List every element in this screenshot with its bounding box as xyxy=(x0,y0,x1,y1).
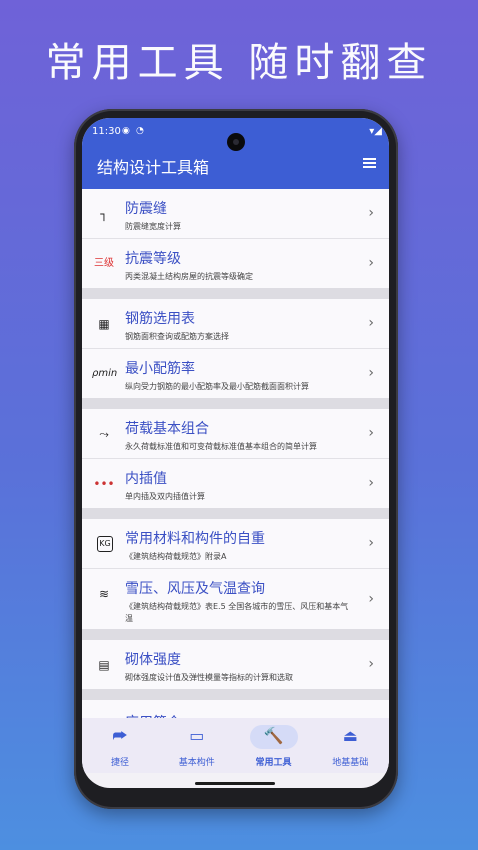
tool-icon: ρmin xyxy=(92,368,118,379)
app-bar: 11:30 ◉ ◔ ▾◢ 结构设计工具箱 xyxy=(82,118,389,189)
status-time: 11:30 xyxy=(92,126,121,137)
tool-subtitle: 砌体强度设计值及弹性模量等指标的计算和选取 xyxy=(125,673,293,682)
tool-item-fzf[interactable]: ┐ 防震缝防震缝宽度计算 › xyxy=(82,189,389,239)
tool-group: KG 常用材料和构件的自重 《建筑结构荷载规范》附录A › ≋ 雪压、风压及气温查询 《建筑… xyxy=(82,519,389,629)
section-divider xyxy=(82,288,389,299)
tool-title: 雪压、风压及气温查询 xyxy=(125,581,265,597)
chevron-right-icon: › xyxy=(368,205,374,221)
front-camera xyxy=(227,133,245,151)
notification-icon: ◉ xyxy=(122,126,130,136)
nav-icon: ▭ xyxy=(189,726,205,745)
tool-item-partial[interactable]: 应用简介 xyxy=(82,700,389,718)
tool-title: 防震缝 xyxy=(125,201,167,217)
tool-title: 砌体强度 xyxy=(125,652,181,668)
tool-icon: ••• xyxy=(93,477,115,491)
tool-title: 荷载基本组合 xyxy=(125,421,209,437)
tool-icon: ┐ xyxy=(100,207,108,221)
app-screen: 11:30 ◉ ◔ ▾◢ 结构设计工具箱 ┐ 防震缝 防震缝宽度计算 › 三级 抗震等级丙… xyxy=(82,118,389,788)
nav-icon: ⮫ xyxy=(112,726,128,745)
chevron-right-icon: › xyxy=(368,365,374,381)
tool-title: 内插值 xyxy=(125,471,167,487)
tool-subtitle: 《建筑结构荷载规范》表E.5 全国各城市的雪压、风压和基本气温 xyxy=(125,602,349,623)
tool-subtitle: 纵向受力钢筋的最小配筋率及最小配筋截面面积计算 xyxy=(125,382,309,391)
tool-group: ▦ 钢筋选用表钢筋面积查询或配筋方案选择 › ρmin 最小配筋率纵向受力钢筋的最小配筋… xyxy=(82,299,389,398)
tool-title: 最小配筋率 xyxy=(125,361,195,377)
home-indicator[interactable] xyxy=(195,782,275,785)
tool-icon: 三级 xyxy=(94,258,114,269)
tool-item-hzjb[interactable]: ⤳ 荷载基本组合永久荷载标准值和可变荷载标准值基本组合的简单计算 › xyxy=(82,409,389,459)
tool-icon: KG xyxy=(97,536,113,552)
chevron-right-icon: › xyxy=(368,425,374,441)
tool-subtitle: 永久荷载标准值和可变荷载标准值基本组合的简单计算 xyxy=(125,442,317,451)
wifi-icon: ◔ xyxy=(136,126,144,136)
tool-item-gjxy[interactable]: ▦ 钢筋选用表钢筋面积查询或配筋方案选择 › xyxy=(82,299,389,349)
section-divider xyxy=(82,508,389,519)
nav-label: 基本构件 xyxy=(178,758,215,768)
tool-title: 常用材料和构件的自重 xyxy=(125,531,265,547)
tool-icon: ▦ xyxy=(98,317,110,331)
tool-icon: ▤ xyxy=(98,658,110,672)
nav-label: 地基基础 xyxy=(332,758,369,768)
tool-subtitle: 钢筋面积查询或配筋方案选择 xyxy=(125,332,229,341)
chevron-right-icon: › xyxy=(368,591,374,607)
chevron-right-icon: › xyxy=(368,315,374,331)
nav-tab-3[interactable]: ⏏ 地基基础 xyxy=(312,718,388,773)
signal-battery-icon: ▾◢ xyxy=(369,126,382,137)
chevron-right-icon: › xyxy=(368,535,374,551)
tool-group: ⤳ 荷载基本组合永久荷载标准值和可变荷载标准值基本组合的简单计算 › ••• 内插值单内… xyxy=(82,409,389,508)
tool-item-xyfy[interactable]: ≋ 雪压、风压及气温查询《建筑结构荷载规范》表E.5 全国各城市的雪压、风压和基本… xyxy=(82,569,389,629)
tool-item-kzdj[interactable]: 三级 抗震等级丙类混凝土结构房屋的抗震等级确定 › xyxy=(82,239,389,288)
nav-icon: 🔨 xyxy=(263,726,284,745)
chevron-right-icon: › xyxy=(368,656,374,672)
chevron-right-icon: › xyxy=(368,255,374,271)
tool-subtitle: 丙类混凝土结构房屋的抗震等级确定 xyxy=(125,272,253,281)
tool-icon: ≋ xyxy=(98,587,110,601)
nav-label: 捷径 xyxy=(110,758,129,768)
tool-title: 钢筋选用表 xyxy=(125,311,195,327)
tool-item-ncz[interactable]: ••• 内插值单内插及双内插值计算 › xyxy=(82,459,389,508)
promo-headline: 常用工具 随时翻查 xyxy=(45,40,433,86)
nav-icon: ⏏ xyxy=(342,726,358,745)
section-divider xyxy=(82,398,389,409)
chevron-right-icon: › xyxy=(368,475,374,491)
tool-subtitle: 单内插及双内插值计算 xyxy=(125,492,205,501)
tool-title: 抗震等级 xyxy=(125,251,181,267)
section-divider xyxy=(82,689,389,700)
tool-item-clzz[interactable]: KG 常用材料和构件的自重《建筑结构荷载规范》附录A › xyxy=(82,519,389,569)
hamburger-icon[interactable] xyxy=(363,158,376,168)
section-divider xyxy=(82,629,389,640)
bottom-navigation: ⮫ 捷径 ▭ 基本构件 🔨 常用工具 ⏏ 地基基础 xyxy=(82,718,389,773)
nav-label: 常用工具 xyxy=(255,758,292,768)
tool-group: ┐ 防震缝防震缝宽度计算 › 三级 抗震等级丙类混凝土结构房屋的抗震等级确定 › xyxy=(82,189,389,288)
nav-tab-1[interactable]: ▭ 基本构件 xyxy=(159,718,235,773)
tool-subtitle: 《建筑结构荷载规范》附录A xyxy=(125,552,227,561)
tool-list: ┐ 防震缝防震缝宽度计算 › 三级 抗震等级丙类混凝土结构房屋的抗震等级确定 › ▦ 钢筋选用… xyxy=(82,189,389,718)
app-title: 结构设计工具箱 xyxy=(97,158,210,177)
tool-item-zxpjl[interactable]: ρmin 最小配筋率纵向受力钢筋的最小配筋率及最小配筋截面面积计算 › xyxy=(82,349,389,398)
tool-item-qtqd[interactable]: ▤ 砌体强度砌体强度设计值及弹性模量等指标的计算和选取 › xyxy=(82,640,389,689)
tool-group: ▤ 砌体强度砌体强度设计值及弹性模量等指标的计算和选取 › xyxy=(82,640,389,689)
nav-tab-0[interactable]: ⮫ 捷径 xyxy=(82,718,158,773)
tool-subtitle: 防震缝宽度计算 xyxy=(125,222,181,231)
nav-tab-2[interactable]: 🔨 常用工具 xyxy=(236,718,312,773)
tool-icon: ⤳ xyxy=(99,427,109,441)
